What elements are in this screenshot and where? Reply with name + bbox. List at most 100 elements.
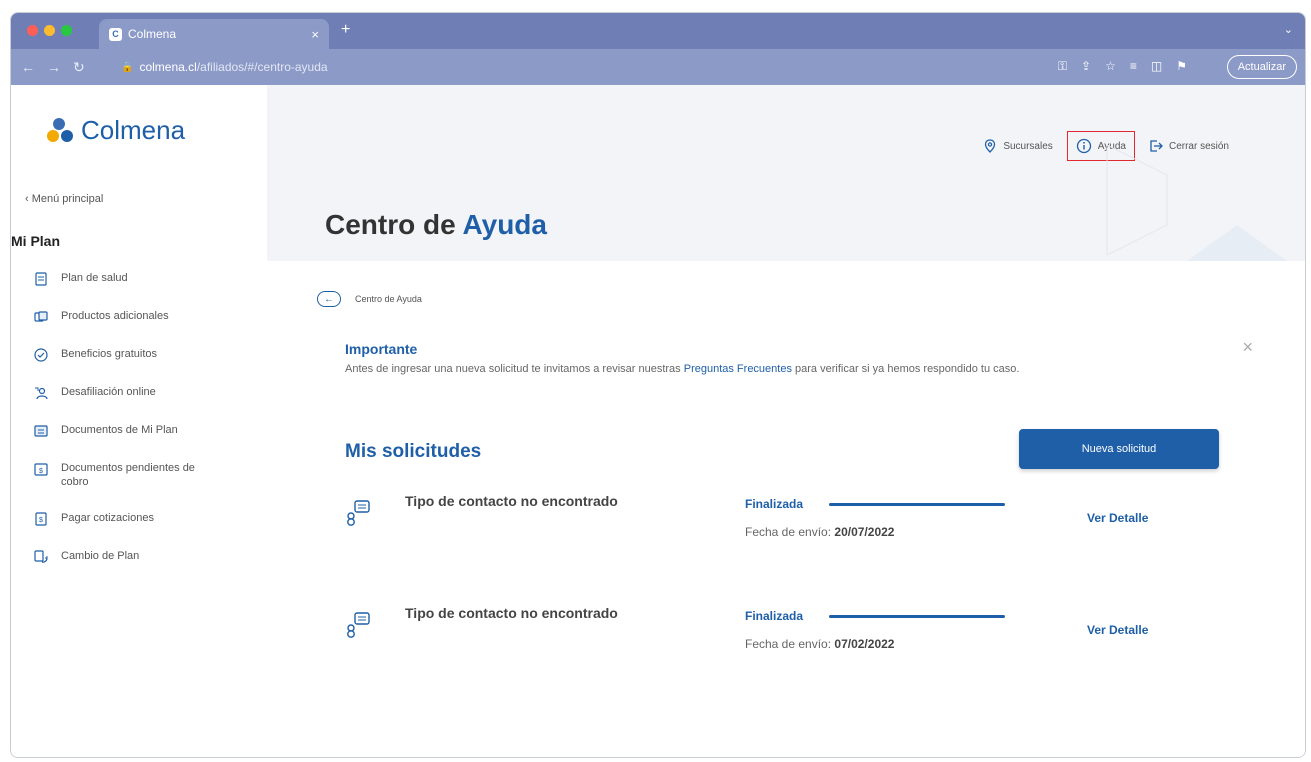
important-notice: Importante Antes de ingresar una nueva s… [323,325,1253,387]
breadcrumb: ← Centro de Ayuda [317,291,422,307]
main-area: Sucursales Ayuda Cerrar sesión Centro de… [267,85,1305,757]
notice-text-after: para verificar si ya hemos respondido tu… [791,363,1020,375]
date-label: Fecha de envío: [745,637,832,651]
tab-list-chevron-icon[interactable]: ⌄ [1284,23,1293,36]
colmena-logo[interactable]: Colmena [47,115,185,146]
person-leave-icon [35,387,48,400]
sidebar-item-productos-adicionales[interactable]: Productos adicionales [33,309,201,325]
extension-icon[interactable]: ⚑ [1176,59,1187,74]
new-tab-icon[interactable]: + [341,21,350,39]
folder-doc-icon [34,425,48,437]
close-window-button[interactable] [27,25,38,36]
content-card: ← Centro de Ayuda Importante Antes de in… [267,261,1305,757]
view-detail-link[interactable]: Ver Detalle [1087,623,1148,637]
close-notice-icon[interactable]: × [1242,337,1253,358]
share-icon[interactable]: ⇪ [1081,59,1091,74]
lock-icon: 🔒 [121,61,134,73]
layers-icon [34,311,48,322]
faq-link[interactable]: Preguntas Frecuentes [684,363,792,375]
back-arrow-icon[interactable]: ← [21,59,35,75]
sidebar-item-label: Pagar cotizaciones [61,512,154,524]
reload-icon[interactable]: ↻ [73,59,85,76]
sidebar-item-pagar-cotizaciones[interactable]: $ Pagar cotizaciones [33,511,201,527]
address-bar-row: ← → ↻ 🔒 colmena.cl/afiliados/#/centro-ay… [11,49,1305,85]
back-to-main-menu-link[interactable]: ‹ Menú principal [25,193,103,205]
url-host: colmena.cl [139,60,197,74]
request-status: Finalizada [745,609,804,623]
page-title: Centro de Ayuda [325,209,547,241]
sidebar: Colmena ‹ Menú principal Mi Plan Plan de… [11,85,267,757]
key-icon[interactable]: ⚿ [1058,59,1067,74]
browser-tab[interactable]: C Colmena × [99,19,329,49]
update-browser-button[interactable]: Actualizar [1226,55,1297,79]
breadcrumb-link[interactable]: Centro de Ayuda [355,294,422,304]
tab-title: Colmena [128,27,177,41]
view-detail-link[interactable]: Ver Detalle [1087,511,1148,525]
page-title-prefix: Centro de [325,209,456,240]
sidebar-toggle-icon[interactable]: ◫ [1151,59,1162,74]
svg-text:$: $ [39,468,43,475]
request-date: Fecha de envío: 20/07/2022 [745,525,894,539]
minimize-window-button[interactable] [44,25,55,36]
browser-window: C Colmena × + ⌄ ← → ↻ 🔒 colmena.cl/afili… [10,12,1306,758]
sidebar-item-label: Documentos pendientes de cobro [61,462,195,488]
window-controls [27,25,72,36]
date-value: 07/02/2022 [834,637,895,651]
notice-title: Importante [345,341,418,357]
forward-arrow-icon[interactable]: → [47,59,61,75]
colmena-favicon-icon: C [109,27,122,41]
sidebar-item-plan-de-salud[interactable]: Plan de salud [33,271,201,287]
top-header: Sucursales Ayuda Cerrar sesión [267,85,1305,261]
sidebar-item-label: Cambio de Plan [61,550,140,562]
sidebar-item-label: Beneficios gratuitos [61,348,157,360]
page-content: Colmena ‹ Menú principal Mi Plan Plan de… [11,85,1305,757]
colmena-logo-icon [47,117,75,144]
request-date: Fecha de envío: 07/02/2022 [745,637,894,651]
brand-name: Colmena [81,115,186,145]
sidebar-item-beneficios-gratuitos[interactable]: Beneficios gratuitos [33,347,201,363]
status-progress-bar [829,615,1005,618]
swap-icon [34,550,48,563]
my-requests-panel: Mis solicitudes Nueva solicitud Tipo de … [323,405,1253,757]
sidebar-item-label: Documentos de Mi Plan [61,424,178,436]
notice-text-before: Antes de ingresar una nueva solicitud te… [345,363,684,375]
request-type: Tipo de contacto no encontrado [405,605,618,621]
sidebar-item-documentos-pendientes[interactable]: $ Documentos pendientes de cobro [33,461,201,489]
request-status: Finalizada [745,497,804,511]
page-title-accent: Ayuda [462,209,547,240]
sidebar-item-label: Plan de salud [61,272,128,284]
sidebar-item-desafiliacion-online[interactable]: Desafiliación online [33,385,201,401]
check-circle-icon [34,348,48,362]
reading-list-icon[interactable]: ≡ [1130,59,1137,74]
browser-toolbar-icons: ⚿ ⇪ ☆ ≡ ◫ ⚑ [1058,59,1187,74]
sidebar-item-label: Productos adicionales [61,310,169,322]
bookmark-star-icon[interactable]: ☆ [1105,59,1116,74]
tab-bar: C Colmena × + ⌄ [11,13,1305,49]
request-row: Tipo de contacto no encontrado Finalizad… [345,489,1225,569]
sidebar-item-label: Desafiliación online [61,386,156,398]
decorative-background-shape [1106,145,1287,261]
maximize-window-button[interactable] [61,25,72,36]
back-button-icon[interactable]: ← [317,291,341,307]
url-path: /afiliados/#/centro-ayuda [196,60,328,74]
sidebar-item-documentos-mi-plan[interactable]: Documentos de Mi Plan [33,423,201,439]
request-row: Tipo de contacto no encontrado Finalizad… [345,601,1225,681]
chat-user-icon [347,612,370,638]
section-title: Mi Plan [11,233,61,249]
pending-doc-icon: $ [34,463,48,476]
date-value: 20/07/2022 [834,525,895,539]
svg-text:$: $ [39,517,43,524]
sidebar-item-cambio-de-plan[interactable]: Cambio de Plan [33,549,201,565]
requests-title: Mis solicitudes [345,441,482,462]
document-icon [35,272,47,286]
new-request-button[interactable]: Nueva solicitud [1019,429,1219,469]
payment-doc-icon: $ [35,512,47,526]
status-progress-bar [829,503,1005,506]
chat-user-icon [347,500,370,526]
request-type: Tipo de contacto no encontrado [405,493,618,509]
sidebar-menu: Plan de salud Productos adicionales Bene… [33,271,201,587]
date-label: Fecha de envío: [745,525,832,539]
url-field[interactable]: 🔒 colmena.cl/afiliados/#/centro-ayuda [121,55,1171,79]
tab-close-icon[interactable]: × [311,27,319,42]
notice-text: Antes de ingresar una nueva solicitud te… [345,363,1019,375]
